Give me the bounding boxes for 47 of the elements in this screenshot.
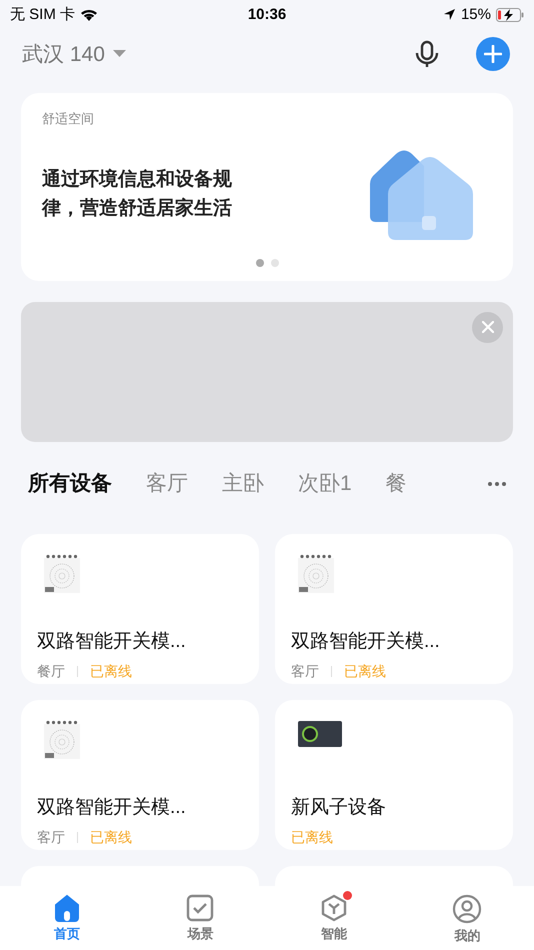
device-icon bbox=[297, 720, 343, 748]
tab-bar-item[interactable]: 智能 bbox=[267, 894, 400, 950]
tab-bar-item[interactable]: 首页 bbox=[0, 894, 134, 950]
microphone-button[interactable] bbox=[414, 40, 440, 68]
room-text: 客厅 bbox=[37, 828, 65, 846]
room-text: 餐厅 bbox=[37, 662, 65, 680]
dropdown-icon bbox=[112, 50, 126, 58]
home-icon bbox=[52, 894, 81, 922]
switch-module-icon bbox=[43, 554, 81, 594]
status-text: 已离线 bbox=[90, 662, 132, 680]
tab-bar-item[interactable]: 场景 bbox=[134, 894, 267, 950]
room-text: 客厅 bbox=[291, 662, 319, 680]
room-tab[interactable]: 次卧1 bbox=[298, 468, 352, 500]
status-text: 已离线 bbox=[90, 828, 132, 846]
battery-charging-icon bbox=[496, 8, 524, 22]
add-button[interactable] bbox=[476, 37, 510, 72]
hexagon-icon bbox=[320, 894, 348, 922]
banner-label: 舒适空间 bbox=[42, 110, 95, 128]
battery-percent: 15% bbox=[460, 4, 491, 25]
location-arrow-icon bbox=[442, 8, 456, 22]
status-text: 已离线 bbox=[344, 662, 386, 680]
device-name: 双路智能开关模... bbox=[291, 630, 441, 654]
room-tab[interactable]: 所有设备 bbox=[28, 468, 112, 500]
tab-bar-item[interactable]: 我的 bbox=[400, 894, 534, 950]
switch-module-icon bbox=[297, 554, 335, 594]
device-name: 双路智能开关模... bbox=[37, 630, 187, 654]
switch-module-icon bbox=[43, 720, 81, 760]
wifi-icon bbox=[80, 8, 98, 22]
carrier-text: 无 SIM 卡 bbox=[10, 4, 76, 25]
room-tab[interactable]: 主卧 bbox=[222, 468, 264, 500]
device-card[interactable]: 双路智能开关模... 客厅 已离线 bbox=[21, 700, 259, 850]
checkbox-icon bbox=[186, 894, 214, 922]
banner-card[interactable]: 舒适空间 通过环境信息和设备规律，营造舒适居家生活 bbox=[21, 93, 513, 281]
room-tab[interactable]: 餐 bbox=[386, 468, 407, 500]
device-name: 双路智能开关模... bbox=[37, 796, 187, 820]
device-name: 新风子设备 bbox=[291, 796, 387, 820]
status-text: 已离线 bbox=[291, 828, 333, 846]
clock-text: 10:36 bbox=[248, 4, 286, 25]
device-card[interactable]: 新风子设备 已离线 bbox=[275, 700, 513, 850]
home-selector[interactable]: 武汉 140 bbox=[22, 38, 126, 70]
user-icon bbox=[452, 894, 482, 924]
room-tab[interactable]: 客厅 bbox=[146, 468, 188, 500]
device-card[interactable]: 双路智能开关模... 餐厅 已离线 bbox=[21, 534, 259, 684]
close-icon bbox=[482, 321, 494, 334]
banner-text: 通过环境信息和设备规律，营造舒适居家生活 bbox=[42, 168, 233, 221]
device-card[interactable]: 双路智能开关模... 客厅 已离线 bbox=[275, 534, 513, 684]
plus-icon bbox=[484, 45, 502, 64]
